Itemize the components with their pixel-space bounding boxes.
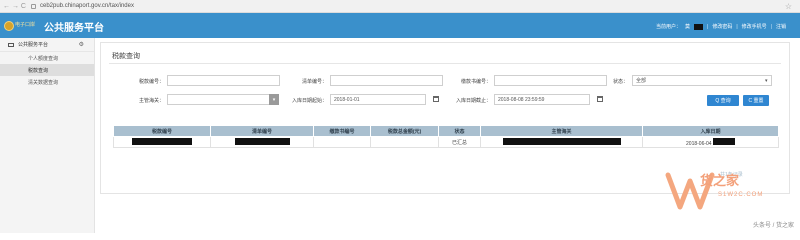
date-from-value: 2018-01-01 <box>334 96 360 103</box>
customs-select[interactable] <box>167 94 270 105</box>
table-cell <box>210 136 314 148</box>
redacted-username <box>694 23 704 30</box>
table-header-row: 税款编号 清单编号 缴款书编号 税款总金额(元) 状态 主管海关 入库日期 <box>113 125 779 137</box>
redacted-value <box>132 137 192 145</box>
column-header[interactable]: 状态 <box>438 125 481 137</box>
current-user-label: 当前用户： <box>655 24 681 30</box>
date-from-label: 入库日期起始： <box>291 98 327 104</box>
change-phone-link[interactable]: 修改手机号 <box>742 23 767 30</box>
change-password-link[interactable]: 修改密码 <box>712 23 732 30</box>
customs-label: 主管海关： <box>138 98 164 104</box>
redacted-value <box>712 137 735 145</box>
sidebar-item-clearance-query[interactable]: 清关数据查询 <box>0 76 94 88</box>
header-separator: | <box>770 23 772 30</box>
storage-date: 2018-06-04 <box>686 140 712 147</box>
table-cell <box>113 136 211 148</box>
logout-link[interactable]: 注销 <box>776 23 786 30</box>
list-no-input[interactable] <box>330 75 443 86</box>
sidebar-item-quota-query[interactable]: 个人额度查询 <box>0 52 94 64</box>
column-header[interactable]: 清单编号 <box>210 125 314 137</box>
guarantee-no-label: 缴款书编号： <box>460 79 491 85</box>
tax-no-label: 税款编号： <box>138 79 164 85</box>
watermark-footer: 头条号 / 货之家 <box>645 215 800 233</box>
table-cell <box>370 136 439 148</box>
table-cell <box>480 136 643 148</box>
status-select[interactable]: 全部 <box>632 75 772 86</box>
chevron-down-icon: ▾ <box>765 78 768 84</box>
column-header[interactable]: 主管海关 <box>480 125 643 137</box>
header-separator: | <box>736 23 738 30</box>
column-header[interactable]: 税款编号 <box>113 125 211 137</box>
redacted-value <box>234 137 290 145</box>
logo: 电子口岸 <box>4 18 40 33</box>
sidebar-title: 公共服务平台 <box>18 42 49 48</box>
watermark-domain: S1W2C.COM <box>718 192 764 198</box>
list-no-label: 清单编号： <box>301 79 327 85</box>
browser-address-bar: ← → C ceb2pub.chinaport.gov.cn/tax/index… <box>0 0 800 13</box>
app-header: 电子口岸 公共服务平台 当前用户： 莫 | 修改密码 | 修改手机号 | 注销 <box>0 13 800 38</box>
table-cell <box>313 136 371 148</box>
tax-no-input[interactable] <box>167 75 280 86</box>
envelope-icon <box>8 42 14 47</box>
column-header[interactable]: 缴款书编号 <box>313 125 371 137</box>
redacted-value <box>502 137 621 145</box>
search-button[interactable]: Q 查询 <box>707 95 739 106</box>
column-header[interactable]: 入库日期 <box>642 125 779 137</box>
header-separator: | <box>707 23 709 30</box>
status-select-value: 全部 <box>636 78 647 84</box>
current-user-value: 莫 <box>685 24 691 30</box>
sidebar: 公共服务平台 ⚙ 个人额度查询 税款查询 清关数据查询 <box>0 38 95 233</box>
sidebar-item-tax-query[interactable]: 税款查询 <box>0 64 94 76</box>
date-to-value: 2018-08-08 23:59:59 <box>498 96 545 103</box>
column-header[interactable]: 税款总金额(元) <box>370 125 439 137</box>
panel-title: 税款查询 <box>112 53 140 60</box>
divider <box>109 63 781 64</box>
app-title: 公共服务平台 <box>44 23 104 34</box>
sidebar-header[interactable]: 公共服务平台 ⚙ <box>0 38 94 52</box>
bookmark-star-icon[interactable]: ☆ <box>785 2 792 11</box>
lock-icon <box>31 3 36 9</box>
calendar-icon[interactable] <box>597 96 603 102</box>
calendar-icon[interactable] <box>433 96 439 102</box>
header-user-links: 当前用户： 莫 | 修改密码 | 修改手机号 | 注销 <box>656 23 786 30</box>
status-label: 状态： <box>612 79 628 85</box>
logo-mark-icon <box>4 20 14 31</box>
date-from-input[interactable]: 2018-01-01 <box>330 94 426 105</box>
table-cell: 2018-06-04 <box>642 136 779 148</box>
reset-button[interactable]: C 重置 <box>743 95 769 106</box>
date-to-label: 入库日期截止： <box>455 98 491 104</box>
browser-nav-icons[interactable]: ← → C <box>3 3 29 10</box>
date-to-input[interactable]: 2018-08-08 23:59:59 <box>494 94 590 105</box>
watermark-brand: 货之家 <box>700 174 740 189</box>
table-row[interactable]: 已汇总 2018-06-04 <box>113 136 779 148</box>
gear-icon[interactable]: ⚙ <box>79 41 84 48</box>
logo-text: 电子口岸 <box>15 22 36 28</box>
table-cell: 已汇总 <box>438 136 481 148</box>
results-table: 税款编号 清单编号 缴款书编号 税款总金额(元) 状态 主管海关 入库日期 已汇… <box>113 125 779 148</box>
url-field[interactable]: ceb2pub.chinaport.gov.cn/tax/index <box>40 3 134 9</box>
